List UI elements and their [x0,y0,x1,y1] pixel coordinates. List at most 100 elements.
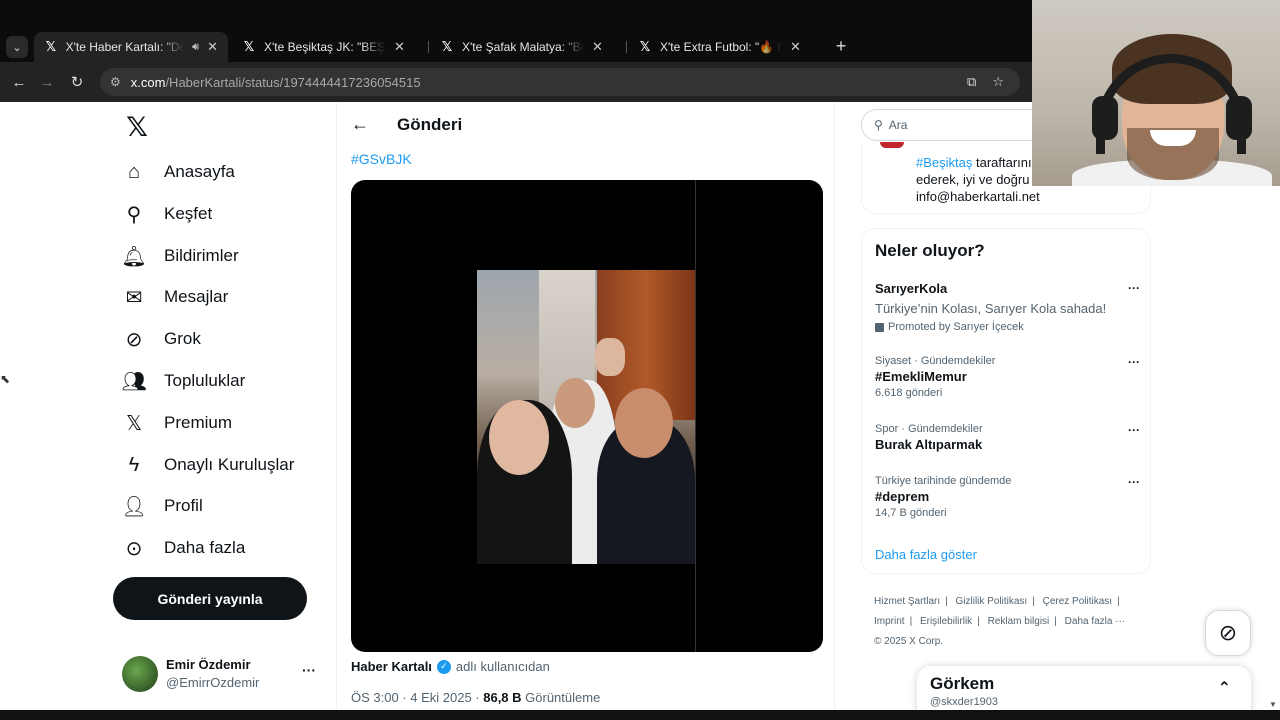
footer-more[interactable]: Daha fazla ··· [1065,616,1126,627]
post-timestamp[interactable]: ÖS 3:00 · 4 Eki 2025 · [351,690,483,705]
account-switcher[interactable]: Emir Özdemir @EmirrOzdemir ··· [122,654,330,694]
promoted-name: SarıyerKola [875,281,948,296]
grok-icon: ⊘ [125,328,143,351]
footer-privacy[interactable]: Gizlilik Politikası [956,596,1028,607]
nav-more[interactable]: ⊙ Daha fazla [122,534,246,562]
bio-hashtag-link[interactable]: #Beşiktaş [916,155,972,170]
nav-label: Anasayfa [164,162,235,181]
nav-premium[interactable]: 𝕏 Premium [122,409,232,437]
tab-besiktas-jk[interactable]: 𝕏 X'te Beşiktaş JK: "BEŞİKTAŞ XI ✕ [232,32,426,62]
back-icon[interactable]: ← [8,71,30,93]
trend-item[interactable]: Siyaset · Gündemdekiler #EmekliMemur 6.6… [875,355,1140,399]
tab-extra-futbol[interactable]: 𝕏 X'te Extra Futbol: "🔥 Dev derb ✕ [628,32,822,62]
more-icon[interactable]: ··· [1128,423,1140,437]
reload-icon[interactable]: ↻ [66,71,88,93]
footer-accessibility[interactable]: Erişilebilirlik [920,616,972,627]
browser-toolbar: ← → ↻ ⚙ x.com/HaberKartali/status/197444… [0,62,1032,102]
avatar [122,656,158,692]
nav-explore[interactable]: ⚲ Keşfet [122,200,213,228]
close-icon[interactable]: ✕ [394,39,405,55]
grok-button[interactable]: ⊘ [1205,610,1251,656]
trend-context: Türkiye tarihinde gündemde [875,475,1012,487]
tab-safak-malatya[interactable]: 𝕏 X'te Şafak Malatya: "Beşiktaş ta ✕ [430,32,624,62]
nav-home[interactable]: ⌂ Anasayfa [122,158,235,186]
left-sidebar: 𝕏 ⌂ Anasayfa ⚲ Keşfet 🔔︎ Bildirimler ✉ M… [112,102,336,720]
nav-verified-orgs[interactable]: ϟ Onaylı Kuruluşlar [122,451,295,479]
headphone-cup [1226,96,1252,140]
tab-strip: ⌄ 𝕏 X'te Haber Kartalı: "Derbiye 🔊︎ ✕ 𝕏 … [0,32,1032,62]
view-count: 86,8 B [483,690,522,705]
trend-name: Burak Altıparmak [875,437,983,452]
face [489,400,549,475]
dm-handle: @skxder1903 [930,696,999,708]
nav-messages[interactable]: ✉ Mesajlar [122,283,229,311]
nav-label: Profil [164,496,203,515]
bookmark-star-icon[interactable]: ☆ [992,74,1004,90]
person-icon: 👤︎ [121,495,147,518]
nav-notifications[interactable]: 🔔︎ Bildirimler [121,242,238,270]
promoted-description: Türkiye’nin Kolası, Sarıyer Kola sahada! [875,301,1107,316]
close-icon[interactable]: ✕ [790,39,801,55]
tab-title: X'te Extra Futbol: "🔥 Dev derb [660,40,782,54]
envelope-icon: ✉ [125,286,143,309]
promoted-by-label: Promoted by Sarıyer İçecek [888,321,1024,333]
more-icon[interactable]: ··· [1128,355,1140,369]
post-source: Haber Kartalı ✓ adlı kullanıcıdan [351,659,550,674]
tab-haber-kartali[interactable]: 𝕏 X'te Haber Kartalı: "Derbiye 🔊︎ ✕ [34,32,228,62]
trend-item[interactable]: Spor · Gündemdekiler Burak Altıparmak ··… [875,423,1140,452]
post-video[interactable] [351,180,823,652]
address-bar[interactable]: ⚙ x.com/HaberKartali/status/197444441723… [100,68,1020,96]
forward-icon[interactable]: → [36,71,58,93]
x-favicon-icon: 𝕏 [441,39,453,54]
search-icon: ⚲ [126,203,142,226]
install-app-icon[interactable]: ⧉ [967,74,976,90]
lightning-icon: ϟ [128,453,140,476]
scroll-down-icon[interactable]: ▼ [1269,700,1277,709]
more-icon[interactable]: ··· [1128,281,1140,295]
bio-line: #Beşiktaş taraftarını [916,155,1032,170]
post-button[interactable]: Gönderi yayınla [113,577,307,620]
trend-context: Siyaset · Gündemdekiler [875,355,996,367]
footer-links: Hizmet Şartları | Gizlilik Politikası | Çe… [874,592,1154,652]
trend-item[interactable]: Türkiye tarihinde gündemde #deprem 14,7 … [875,475,1140,519]
promoted-icon [875,322,884,332]
hashtag-link[interactable]: #GSvBJK [351,151,412,167]
face [615,388,673,458]
tab-search-button[interactable]: ⌄ [6,36,28,58]
x-favicon-icon: 𝕏 [639,39,651,54]
back-arrow-icon[interactable]: ← [351,114,369,135]
profile-avatar-edge [880,142,904,148]
footer-separator: | [1054,616,1057,627]
footer-cookies[interactable]: Çerez Politikası [1043,596,1112,607]
footer-ads-info[interactable]: Reklam bilgisi [988,616,1050,627]
footer-separator: | [945,596,948,607]
nav-communities[interactable]: 👥︎ Topluluklar [121,367,246,395]
more-icon[interactable]: ··· [302,662,316,678]
x-premium-icon: 𝕏 [125,412,143,435]
close-icon[interactable]: ✕ [592,39,603,55]
more-circle-icon: ⊙ [125,537,143,560]
nav-profile[interactable]: 👤︎ Profil [121,492,203,520]
audio-icon[interactable]: 🔊︎ [192,41,199,54]
footer-terms[interactable]: Hizmet Şartları [874,596,940,607]
nav-label: Topluluklar [164,371,246,390]
author-name[interactable]: Haber Kartalı [351,659,432,674]
x-logo-icon[interactable]: 𝕏 [122,112,152,143]
grok-icon: ⊘ [1218,620,1238,645]
tab-separator [626,41,627,53]
close-icon[interactable]: ✕ [207,39,218,55]
trend-name: #deprem [875,489,930,504]
show-more-link[interactable]: Daha fazla göster [875,547,977,562]
x-favicon-icon: 𝕏 [243,39,255,54]
footer-separator: | [1032,596,1035,607]
expand-chevron-icon[interactable]: ⌃ [1218,678,1231,698]
more-icon[interactable]: ··· [1128,475,1140,489]
webcam-overlay [1032,0,1280,186]
promoted-trend[interactable]: SarıyerKola Türkiye’nin Kolası, Sarıyer … [875,281,1140,333]
footer-separator: | [909,616,913,627]
site-info-icon[interactable]: ⚙ [110,75,121,89]
footer-imprint[interactable]: Imprint [874,616,905,627]
nav-grok[interactable]: ⊘ Grok [122,325,201,353]
new-tab-button[interactable]: + [830,36,852,57]
dm-title: Görkem [930,674,995,693]
